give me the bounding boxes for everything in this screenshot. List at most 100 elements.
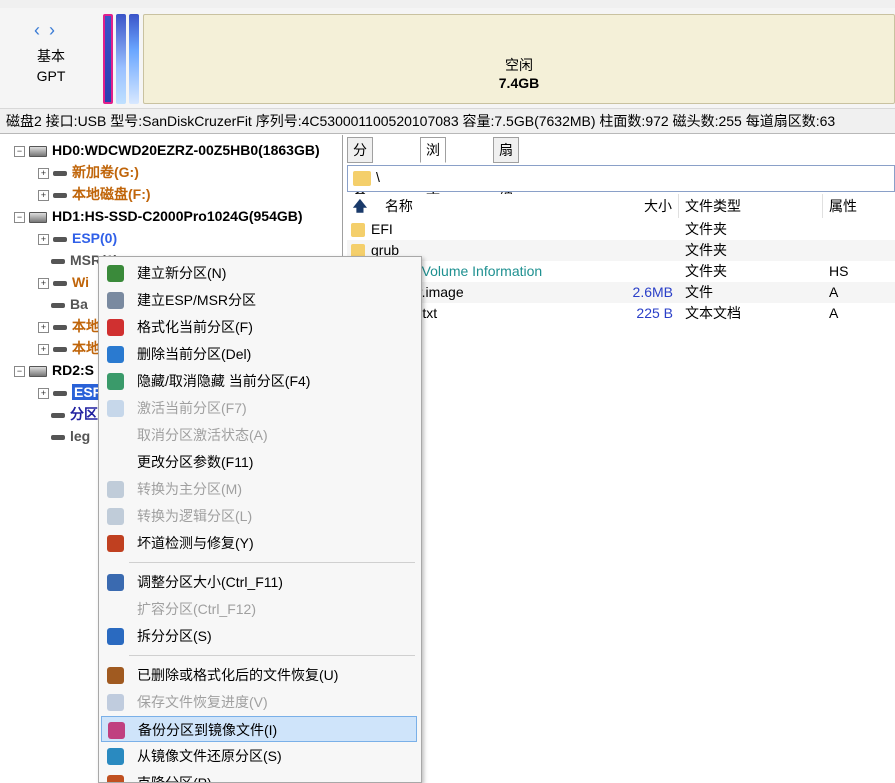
- partition-icon: [53, 346, 67, 352]
- restore-image-icon: [107, 748, 124, 765]
- menu-item[interactable]: 调整分区大小(Ctrl_F11): [101, 569, 417, 595]
- partition-icon: [53, 280, 67, 286]
- tree-disk-node[interactable]: − RD2:S: [14, 359, 94, 381]
- tab-partition-params[interactable]: 分区参数: [347, 137, 373, 230]
- tree-node-label: HD0:WDCWD20EZRZ-00Z5HB0(1863GB): [52, 142, 320, 158]
- partition-segment-msr[interactable]: [116, 14, 126, 104]
- hard-disk-icon: [29, 145, 47, 157]
- tree-partition-node[interactable]: Ba: [38, 293, 88, 315]
- menu-item-label: 格式化当前分区(F): [137, 319, 253, 335]
- column-header-attr[interactable]: 属性: [823, 194, 895, 218]
- menu-separator: [129, 562, 415, 563]
- expand-icon[interactable]: +: [38, 189, 49, 201]
- file-list[interactable]: 🡅 名称 大小 文件类型 属性 EFI 文件夹 grub 文件夹 System Volu…: [347, 194, 895, 781]
- file-row[interactable]: readme.txt225 B文本文档A: [347, 303, 895, 324]
- column-header-size[interactable]: 大小: [587, 194, 679, 218]
- tree-partition-node[interactable]: + 本地磁盘(F:): [38, 183, 151, 205]
- menu-item-label: 保存文件恢复进度(V): [137, 694, 268, 710]
- disk-nav-arrows-icon[interactable]: ‹ ›: [34, 20, 57, 41]
- file-row[interactable]: bootmgr.image2.6MB文件A: [347, 282, 895, 303]
- menu-item-label: 取消分区激活状态(A): [137, 427, 268, 443]
- menu-item[interactable]: 格式化当前分区(F): [101, 314, 417, 340]
- menu-item[interactable]: 建立ESP/MSR分区: [101, 287, 417, 313]
- tree-partition-node[interactable]: leg: [38, 425, 90, 447]
- menu-item-label: 坏道检测与修复(Y): [137, 535, 254, 551]
- tree-node-label: 本地磁盘(F:): [72, 186, 151, 202]
- menu-item[interactable]: 建立新分区(N): [101, 260, 417, 286]
- expand-icon[interactable]: +: [38, 343, 49, 355]
- file-type: 文件夹: [685, 221, 727, 237]
- hard-disk-icon: [29, 365, 47, 377]
- menu-item[interactable]: 从镜像文件还原分区(S): [101, 743, 417, 769]
- collapse-icon[interactable]: −: [14, 145, 25, 157]
- column-header-type[interactable]: 文件类型: [679, 194, 823, 218]
- path-bar[interactable]: \: [347, 165, 895, 192]
- file-recovery-icon: [107, 667, 124, 684]
- tree-disk-node[interactable]: − HD0:WDCWD20EZRZ-00Z5HB0(1863GB): [14, 139, 320, 161]
- expand-icon[interactable]: +: [38, 233, 49, 245]
- disk-map: ‹ › 基本 GPT 空闲 7.4GB: [0, 8, 895, 108]
- partition-segment-data[interactable]: [129, 14, 139, 104]
- expand-icon[interactable]: +: [38, 277, 49, 289]
- menu-item-label: 克隆分区(P): [137, 775, 212, 783]
- tree-disk-node[interactable]: − HD1:HS-SSD-C2000Pro1024G(954GB): [14, 205, 303, 227]
- tab-sector-edit[interactable]: 扇区编辑: [493, 137, 519, 230]
- menu-item-label: 隐藏/取消隐藏 当前分区(F4): [137, 373, 311, 389]
- menu-item-label: 激活当前分区(F7): [137, 400, 247, 416]
- expand-icon: [38, 301, 47, 310]
- collapse-icon[interactable]: −: [14, 365, 25, 377]
- column-header-name-label: 名称: [384, 198, 413, 214]
- tree-partition-node[interactable]: + Wi: [38, 271, 89, 293]
- tree-node-label: 分区: [70, 406, 98, 422]
- disk-info-bar: 磁盘2 接口:USB 型号:SanDiskCruzerFit 序列号:4C530…: [0, 108, 895, 134]
- file-type: 文件夹: [685, 242, 727, 258]
- tree-partition-node[interactable]: + 本地: [38, 315, 100, 337]
- tab-browse-files[interactable]: 浏览文件: [420, 137, 446, 230]
- menu-item-label: 扩容分区(Ctrl_F12): [137, 601, 257, 617]
- file-row[interactable]: System Volume Information 文件夹 HS: [347, 261, 895, 282]
- tree-partition-node[interactable]: + 本地: [38, 337, 100, 359]
- menu-item-label: 更改分区参数(F11): [137, 454, 254, 470]
- hide-icon: [107, 373, 124, 390]
- file-row[interactable]: grub 文件夹: [347, 240, 895, 261]
- tree-partition-node[interactable]: + ESP(0): [38, 227, 117, 249]
- menu-item-label: 转换为主分区(M): [137, 481, 242, 497]
- partition-icon: [53, 170, 67, 176]
- tree-node-label: Ba: [70, 296, 88, 312]
- new-partition-icon: [107, 265, 124, 282]
- menu-item[interactable]: 隐藏/取消隐藏 当前分区(F4): [101, 368, 417, 394]
- resize-icon: [107, 574, 124, 591]
- menu-item[interactable]: 删除当前分区(Del): [101, 341, 417, 367]
- free-space-size: 7.4GB: [498, 75, 540, 91]
- menu-item[interactable]: 克隆分区(P): [101, 770, 417, 783]
- column-header-name[interactable]: 🡅 名称: [347, 194, 588, 218]
- tree-partition-node[interactable]: 分区: [38, 403, 98, 425]
- partition-segment-esp[interactable]: [103, 14, 113, 104]
- tree-node-label: 本地: [72, 318, 100, 334]
- hard-disk-icon: [29, 211, 47, 223]
- menu-item[interactable]: 备份分区到镜像文件(I): [101, 716, 417, 742]
- context-menu: 建立新分区(N) 建立ESP/MSR分区格式化当前分区(F) 删除当前分区(Del)…: [98, 256, 422, 783]
- menu-item-label: 拆分分区(S): [137, 628, 212, 644]
- file-attr: HS: [829, 263, 849, 279]
- menu-item[interactable]: 已删除或格式化后的文件恢复(U): [101, 662, 417, 688]
- esp-msr-icon: [107, 292, 124, 309]
- expand-icon[interactable]: +: [38, 167, 49, 179]
- expand-icon[interactable]: +: [38, 321, 49, 333]
- split-icon: [107, 628, 124, 645]
- tree-partition-node[interactable]: + 新加卷(G:): [38, 161, 139, 183]
- expand-icon: [38, 411, 47, 420]
- menu-item[interactable]: 拆分分区(S): [101, 623, 417, 649]
- file-name: EFI: [371, 221, 393, 237]
- menu-item[interactable]: 更改分区参数(F11): [101, 449, 417, 475]
- menu-item[interactable]: 坏道检测与修复(Y): [101, 530, 417, 556]
- repair-tools-icon: [107, 535, 124, 552]
- menu-item-label: 建立新分区(N): [137, 265, 227, 281]
- menu-item-label: 已删除或格式化后的文件恢复(U): [137, 667, 339, 683]
- expand-icon[interactable]: +: [38, 387, 49, 399]
- menu-separator: [129, 655, 415, 656]
- up-arrow-icon[interactable]: 🡅: [351, 194, 369, 218]
- tree-partition-node[interactable]: + ESP: [38, 381, 105, 403]
- file-row[interactable]: EFI 文件夹: [347, 219, 895, 240]
- collapse-icon[interactable]: −: [14, 211, 25, 223]
